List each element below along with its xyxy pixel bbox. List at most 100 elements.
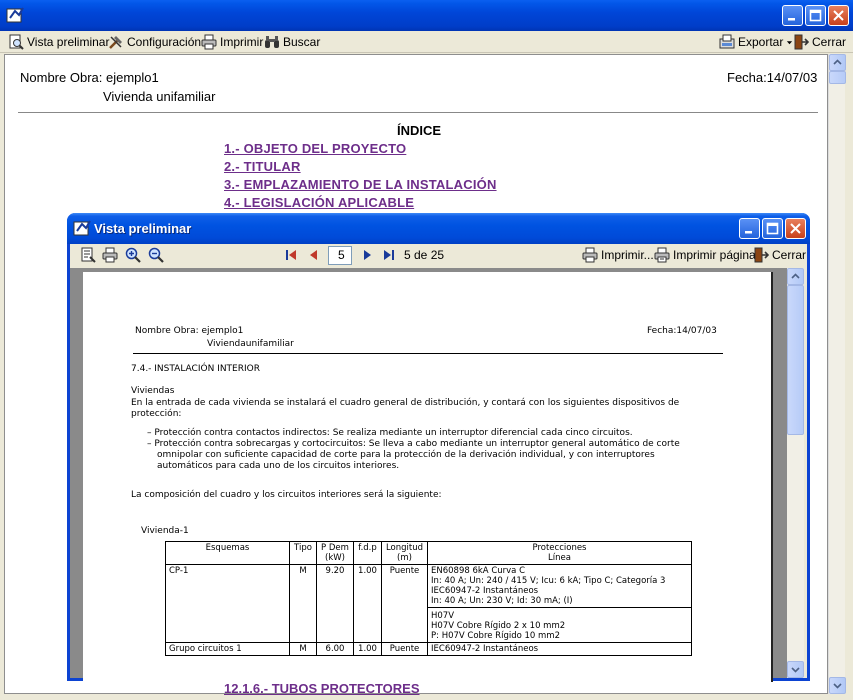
print-page-icon bbox=[654, 247, 670, 263]
page-number-input[interactable]: 5 bbox=[328, 246, 352, 265]
vista-preliminar-button[interactable]: Vista preliminar bbox=[8, 33, 109, 51]
table-row: Grupo circuitos 1 M 6.00 1.00 Puente IEC… bbox=[165, 642, 692, 656]
scroll-up-button[interactable] bbox=[829, 54, 846, 71]
preview-maximize-button[interactable] bbox=[762, 218, 783, 239]
cell-pdem: 6.00 bbox=[316, 642, 354, 656]
preview-page-area: Nombre Obra: ejemplo1 Viviendaunifamilia… bbox=[70, 268, 787, 682]
printer-icon bbox=[582, 247, 598, 263]
preview-toolbar: 5 5 de 25 Imprimir... Imprimir página Ce… bbox=[70, 244, 807, 268]
chevron-up-icon bbox=[833, 59, 842, 65]
preview-titlebar: Vista preliminar bbox=[67, 213, 810, 244]
buscar-button[interactable]: Buscar bbox=[264, 33, 320, 51]
preview-page: Nombre Obra: ejemplo1 Viviendaunifamilia… bbox=[83, 272, 773, 682]
close-icon bbox=[833, 10, 844, 21]
page-divider bbox=[133, 353, 723, 354]
toc-link-4[interactable]: 4.- LEGISLACIÓN APLICABLE bbox=[224, 195, 414, 210]
page-fecha: Fecha:14/07/03 bbox=[647, 326, 717, 336]
scroll-down-button[interactable] bbox=[829, 677, 846, 694]
chevron-down-icon bbox=[833, 683, 842, 689]
cell-pdem: 9.20 bbox=[316, 564, 354, 643]
close-button[interactable] bbox=[828, 5, 849, 26]
cell-esquema: Grupo circuitos 1 bbox=[165, 642, 290, 656]
preview-imprimir-button[interactable]: Imprimir... bbox=[582, 246, 654, 264]
page-intro-1: En la entrada de cada vivienda se instal… bbox=[131, 398, 680, 408]
minimize-icon bbox=[745, 231, 752, 234]
cell-longitud: Puente bbox=[381, 564, 428, 643]
page-vivienda: Viviendaunifamiliar bbox=[207, 339, 294, 349]
th-fdp: f.d.p bbox=[353, 541, 382, 565]
main-toolbar: Vista preliminar Configuración Imprimir … bbox=[0, 31, 853, 53]
preview-title: Vista preliminar bbox=[94, 221, 192, 236]
maximize-icon bbox=[809, 9, 822, 22]
toc-link-bottom[interactable]: 12.1.6.- TUBOS PROTECTORES bbox=[224, 681, 420, 696]
chevron-up-icon bbox=[791, 273, 800, 279]
page-setup-button[interactable] bbox=[80, 246, 96, 264]
cell-esquema: CP-1 bbox=[165, 564, 290, 643]
circuit-table: Esquemas Tipo P Dem (kW) f.d.p Longitud (m… bbox=[165, 541, 692, 656]
page-bullet-1: – Protección contra contactos indirectos… bbox=[147, 428, 633, 438]
imprimir-button[interactable]: Imprimir bbox=[201, 33, 263, 51]
th-longitud: Longitud (m) bbox=[381, 541, 428, 565]
printer-icon bbox=[102, 247, 118, 263]
preview-scroll-up-button[interactable] bbox=[787, 268, 804, 285]
preview-minimize-button[interactable] bbox=[739, 218, 760, 239]
preview-close-button[interactable] bbox=[785, 218, 806, 239]
th-protecciones: Protecciones Línea bbox=[427, 541, 692, 565]
cerrar-button[interactable]: Cerrar bbox=[793, 33, 846, 51]
table-row: CP-1 M 9.20 1.00 Puente EN60898 6kA Curv… bbox=[165, 564, 692, 643]
doc-vivienda: Vivienda unifamiliar bbox=[103, 89, 216, 104]
minimize-icon bbox=[788, 18, 795, 21]
exportar-button[interactable]: Exportar bbox=[719, 33, 793, 51]
page-vivienda1: Vivienda-1 bbox=[141, 526, 189, 536]
preview-window: Vista preliminar 5 5 de 25 Imprimir... I… bbox=[67, 213, 810, 682]
buscar-label: Buscar bbox=[283, 35, 321, 49]
toc-link-1[interactable]: 1.- OBJETO DEL PROYECTO bbox=[224, 141, 406, 156]
zoom-out-button[interactable] bbox=[148, 246, 164, 264]
preview-vertical-scrollbar[interactable] bbox=[787, 268, 804, 678]
preview-app-icon bbox=[73, 220, 91, 236]
table-header-row: Esquemas Tipo P Dem (kW) f.d.p Longitud (m… bbox=[165, 541, 692, 565]
page-section-title: 7.4.- INSTALACIÓN INTERIOR bbox=[131, 364, 260, 374]
cell-fdp: 1.00 bbox=[353, 564, 382, 643]
imprimir-pagina-label: Imprimir página bbox=[673, 248, 756, 262]
th-pdem: P Dem (kW) bbox=[316, 541, 354, 565]
preview-scroll-down-button[interactable] bbox=[787, 661, 804, 678]
scroll-thumb[interactable] bbox=[829, 71, 846, 84]
cell-protecciones: EN60898 6kA Curva C In: 40 A; Un: 240 / … bbox=[427, 564, 692, 608]
app-icon bbox=[6, 7, 24, 23]
cell-tipo: M bbox=[289, 564, 317, 643]
doc-fecha: Fecha:14/07/03 bbox=[727, 70, 818, 85]
prev-page-icon bbox=[310, 250, 317, 260]
exportar-label: Exportar bbox=[738, 35, 784, 49]
toc-link-3[interactable]: 3.- EMPLAZAMIENTO DE LA INSTALACIÓN bbox=[224, 177, 497, 192]
export-icon bbox=[719, 34, 735, 49]
main-titlebar bbox=[0, 0, 853, 31]
zoom-in-button[interactable] bbox=[125, 246, 141, 264]
imprimir-label: Imprimir bbox=[220, 35, 264, 49]
preview-scroll-thumb[interactable] bbox=[787, 285, 804, 435]
maximize-button[interactable] bbox=[805, 5, 826, 26]
next-page-button[interactable] bbox=[359, 246, 375, 264]
toc-link-2[interactable]: 2.- TITULAR bbox=[224, 159, 301, 174]
indice-title: ÍNDICE bbox=[397, 123, 442, 138]
preview-imprimir-label: Imprimir... bbox=[601, 248, 654, 262]
th-esquemas: Esquemas bbox=[165, 541, 290, 565]
page-nombre-obra: Nombre Obra: ejemplo1 bbox=[135, 326, 244, 336]
print-setup-button[interactable] bbox=[102, 246, 118, 264]
preview-cerrar-button[interactable]: Cerrar bbox=[753, 246, 806, 264]
configuracion-button[interactable]: Configuración bbox=[108, 33, 201, 51]
chevron-down-icon bbox=[791, 667, 800, 673]
doc-nombre-obra: Nombre Obra: ejemplo1 bbox=[20, 70, 159, 85]
page-bullet-2b: omnipolar con suficiente capacidad de co… bbox=[157, 450, 655, 460]
first-page-icon bbox=[286, 250, 296, 260]
imprimir-pagina-button[interactable]: Imprimir página bbox=[654, 246, 756, 264]
main-vertical-scrollbar[interactable] bbox=[828, 54, 846, 694]
prev-page-button[interactable] bbox=[306, 246, 322, 264]
page-viviendas: Viviendas bbox=[131, 386, 175, 396]
minimize-button[interactable] bbox=[782, 5, 803, 26]
cell-longitud: Puente bbox=[381, 642, 428, 656]
preview-icon bbox=[9, 34, 24, 50]
last-page-button[interactable] bbox=[381, 246, 397, 264]
exit-door-icon bbox=[794, 34, 809, 50]
first-page-button[interactable] bbox=[283, 246, 299, 264]
